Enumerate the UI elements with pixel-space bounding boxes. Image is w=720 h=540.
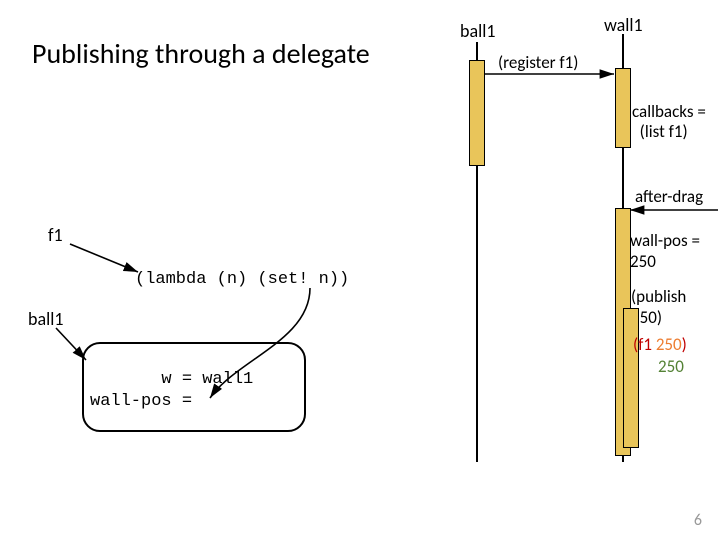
activation-wall1-register	[615, 68, 631, 148]
call-arg: 250	[656, 334, 682, 355]
lifeline-label-wall1: wall1	[604, 14, 643, 36]
closure-f1-label: f1	[48, 224, 63, 246]
lifeline-label-ball1: ball1	[460, 20, 495, 42]
text-wallpos-250: wall-pos = 250	[630, 230, 720, 272]
call-f1: f1	[638, 334, 656, 355]
arrows-overlay	[0, 0, 720, 540]
object-wallpos-line: wall-pos =	[90, 392, 192, 411]
activation-wall1-publish	[623, 308, 639, 448]
object-w-line: w = wall1	[90, 370, 253, 389]
paren-close: )	[682, 334, 687, 355]
text-callbacks: callbacks = (list f1)	[632, 102, 706, 141]
text-f1-250-call: (f1 250)	[633, 334, 687, 355]
activation-ball1-register	[469, 60, 485, 166]
text-publish-250: (publish 250)	[631, 286, 720, 328]
msg-register: (register f1)	[498, 52, 578, 73]
lifeline-wall1-top	[622, 34, 624, 68]
arrow-f1-to-lambda	[70, 244, 138, 272]
slide-title: Publishing through a delegate	[32, 36, 370, 71]
page-number: 6	[694, 511, 702, 530]
closure-lambda: (lambda (n) (set! n))	[135, 270, 349, 289]
closure-ball1-label: ball1	[28, 308, 63, 330]
msg-after-drag: after-drag	[635, 186, 703, 207]
text-result-250: 250	[658, 356, 684, 377]
